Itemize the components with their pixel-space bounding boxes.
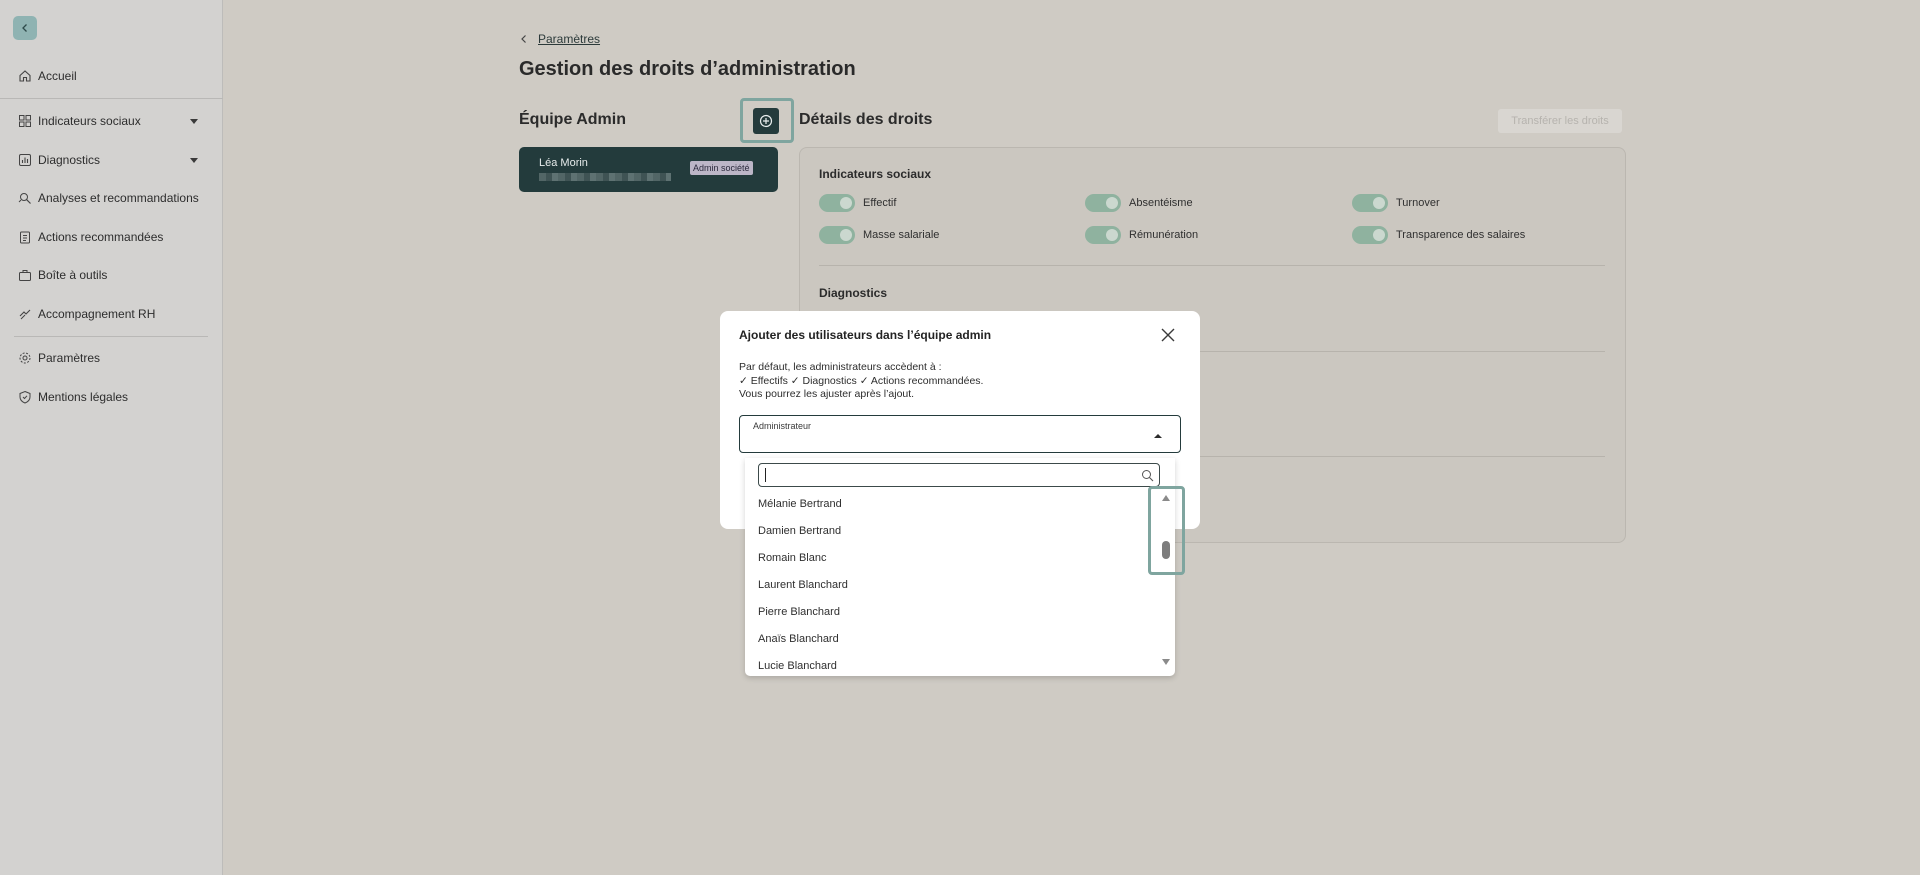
toggle-label: Turnover bbox=[1396, 197, 1440, 209]
select-label: Administrateur bbox=[753, 421, 812, 431]
dropdown-option[interactable]: Romain Blanc bbox=[758, 552, 826, 564]
bar-chart-icon bbox=[19, 154, 31, 166]
permission-toggle-row: Absentéisme bbox=[1085, 194, 1193, 212]
sidebar-item-label: Indicateurs sociaux bbox=[38, 114, 141, 128]
gear-icon bbox=[19, 352, 31, 364]
sidebar-item-mentions-legales[interactable]: Mentions légales bbox=[18, 387, 128, 407]
sidebar-item-label: Boîte à outils bbox=[38, 268, 108, 282]
chevron-left-icon bbox=[22, 24, 27, 32]
team-member-card[interactable]: Léa Morin Admin société bbox=[519, 147, 778, 192]
text-cursor bbox=[765, 468, 766, 482]
sidebar-item-label: Analyses et recommandations bbox=[38, 191, 199, 205]
details-title: Détails des droits bbox=[799, 111, 933, 128]
permission-toggle-row: Transparence des salaires bbox=[1352, 226, 1525, 244]
redacted-email bbox=[539, 173, 671, 181]
toggle-label: Absentéisme bbox=[1129, 197, 1193, 209]
toggle-switch[interactable] bbox=[1085, 226, 1121, 244]
sidebar-item-label: Actions recommandées bbox=[38, 230, 164, 244]
modal-description: Par défaut, les administrateurs accèdent… bbox=[739, 361, 983, 402]
toggle-label: Effectif bbox=[863, 197, 897, 209]
section-title: Diagnostics bbox=[819, 286, 888, 300]
scroll-down-arrow-icon[interactable] bbox=[1162, 659, 1170, 665]
sidebar-item-accueil[interactable]: Accueil bbox=[18, 66, 77, 86]
sidebar: Accueil Indicateurs sociaux Diagnostics … bbox=[0, 0, 223, 875]
clipboard-icon bbox=[20, 231, 30, 244]
chevron-left-icon bbox=[521, 35, 526, 43]
sidebar-item-accompagnement-rh[interactable]: Accompagnement RH bbox=[18, 304, 155, 324]
description-line: ✓ Effectifs ✓ Diagnostics ✓ Actions reco… bbox=[739, 374, 984, 387]
search-icon bbox=[1142, 470, 1154, 482]
dropdown-option[interactable]: Lucie Blanchard bbox=[758, 660, 837, 672]
toolbox-icon bbox=[19, 270, 31, 281]
permission-toggle-row: Effectif bbox=[819, 194, 896, 212]
collapse-sidebar-button[interactable] bbox=[13, 16, 37, 40]
section-divider bbox=[819, 265, 1605, 266]
dropdown-option[interactable]: Mélanie Bertrand bbox=[758, 498, 842, 510]
sidebar-item-indicateurs-sociaux[interactable]: Indicateurs sociaux bbox=[18, 111, 141, 131]
chevron-down-icon[interactable] bbox=[190, 158, 198, 163]
grid-icon bbox=[19, 115, 31, 127]
toggle-switch[interactable] bbox=[1352, 194, 1388, 212]
toggle-label: Rémunération bbox=[1129, 229, 1199, 241]
toggle-label: Masse salariale bbox=[863, 229, 940, 241]
handshake-icon bbox=[19, 309, 31, 320]
permission-toggle-row: Turnover bbox=[1352, 194, 1440, 212]
dropdown-option[interactable]: Pierre Blanchard bbox=[758, 606, 840, 618]
plus-circle-icon bbox=[759, 114, 773, 128]
sidebar-item-actions[interactable]: Actions recommandées bbox=[18, 227, 163, 247]
page-title: Gestion des droits d’administration bbox=[519, 58, 856, 80]
sidebar-item-label: Accompagnement RH bbox=[38, 307, 156, 321]
section-title: Indicateurs sociaux bbox=[819, 167, 932, 181]
description-line: Vous pourrez les ajuster après l’ajout. bbox=[739, 388, 915, 400]
sidebar-item-label: Diagnostics bbox=[38, 153, 101, 167]
modal-title: Ajouter des utilisateurs dans l’équipe a… bbox=[739, 328, 992, 342]
description-line: Par défaut, les administrateurs accèdent… bbox=[739, 361, 942, 373]
scroll-up-arrow-icon[interactable] bbox=[1162, 495, 1170, 501]
sidebar-item-boite-a-outils[interactable]: Boîte à outils bbox=[18, 265, 107, 285]
breadcrumb: Paramètres bbox=[520, 32, 600, 46]
sidebar-item-diagnostics[interactable]: Diagnostics bbox=[18, 150, 100, 170]
analysis-icon bbox=[18, 193, 31, 204]
scrollbar-thumb[interactable] bbox=[1162, 541, 1170, 559]
toggle-switch[interactable] bbox=[819, 226, 855, 244]
administrator-dropdown: Mélanie Bertrand Damien Bertrand Romain … bbox=[745, 458, 1175, 676]
close-icon[interactable] bbox=[1160, 327, 1176, 343]
toggle-switch[interactable] bbox=[819, 194, 855, 212]
add-admin-button[interactable] bbox=[753, 108, 779, 134]
chevron-down-icon[interactable] bbox=[190, 119, 198, 124]
sidebar-item-label: Accueil bbox=[38, 69, 77, 83]
toggle-switch[interactable] bbox=[1352, 226, 1388, 244]
sidebar-item-label: Mentions légales bbox=[38, 390, 129, 404]
permission-toggle-row: Masse salariale bbox=[819, 226, 939, 244]
breadcrumb-link-parametres[interactable]: Paramètres bbox=[538, 32, 600, 46]
home-icon bbox=[19, 70, 31, 82]
transfer-rights-button[interactable]: Transférer les droits bbox=[1498, 109, 1622, 133]
dropdown-option[interactable]: Anaïs Blanchard bbox=[758, 633, 839, 645]
toggle-label: Transparence des salaires bbox=[1396, 229, 1526, 241]
sidebar-item-analyses[interactable]: Analyses et recommandations bbox=[18, 188, 199, 208]
dropdown-search-input[interactable] bbox=[758, 463, 1160, 487]
dropdown-option[interactable]: Damien Bertrand bbox=[758, 525, 841, 537]
member-name: Léa Morin bbox=[539, 157, 588, 169]
chevron-up-icon[interactable] bbox=[1154, 434, 1162, 438]
permission-toggle-row: Rémunération bbox=[1085, 226, 1198, 244]
dropdown-option[interactable]: Laurent Blanchard bbox=[758, 579, 848, 591]
team-title: Équipe Admin bbox=[519, 111, 626, 128]
toggle-switch[interactable] bbox=[1085, 194, 1121, 212]
nav-divider bbox=[14, 336, 208, 337]
role-badge: Admin société bbox=[690, 161, 753, 175]
nav-divider bbox=[0, 98, 223, 99]
sidebar-item-parametres[interactable]: Paramètres bbox=[18, 348, 100, 368]
shield-icon bbox=[19, 390, 31, 404]
sidebar-item-label: Paramètres bbox=[38, 351, 101, 365]
administrator-select[interactable]: Administrateur bbox=[739, 415, 1181, 453]
